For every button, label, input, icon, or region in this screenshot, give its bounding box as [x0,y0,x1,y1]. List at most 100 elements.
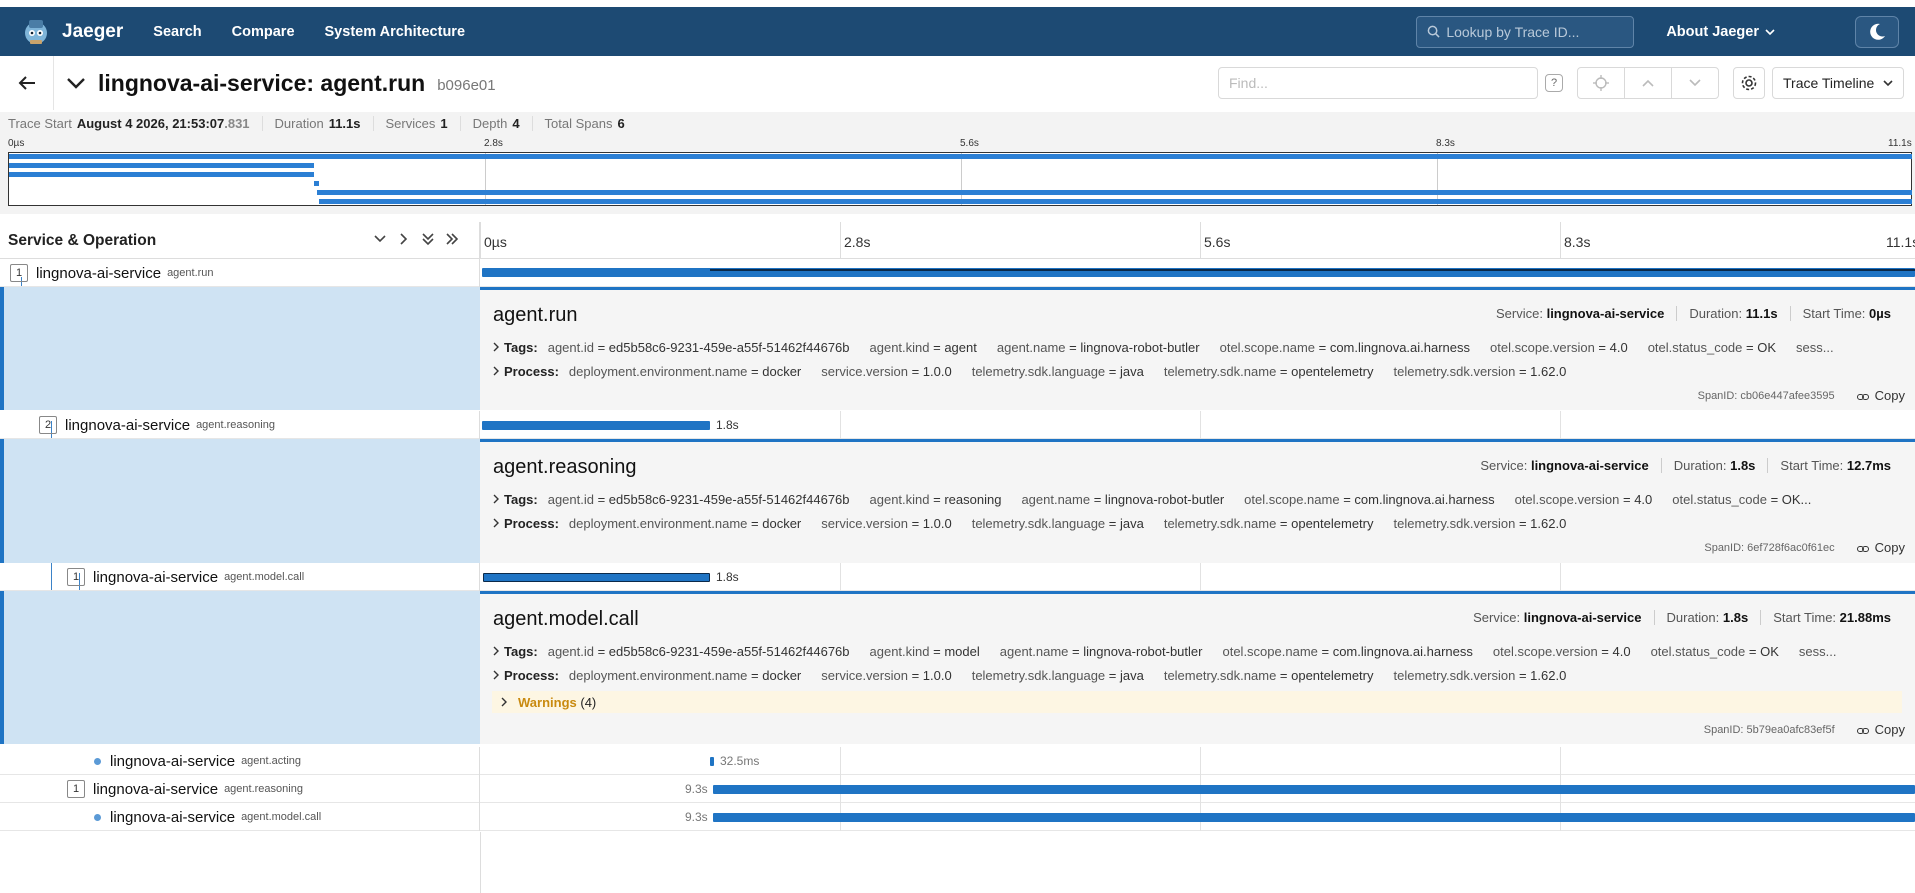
about-label: About Jaeger [1666,23,1759,40]
collapse-one-icon[interactable] [373,232,387,246]
collapse-all-icon[interactable] [421,232,435,246]
minimap-span-bar [319,199,1912,204]
kv-pair: telemetry.sdk.language = java [971,364,1144,379]
tags-section[interactable]: Tags: agent.id = ed5b58c6-9231-459e-a55f-… [492,492,1902,507]
copy-link-button[interactable]: Copy [1856,722,1905,737]
span-timeline-cell[interactable]: 1.8s [480,411,1915,439]
span-detail-indent [0,439,480,563]
kv-pair: agent.name = lingnova-robot-butler [996,340,1200,355]
about-jaeger-menu[interactable]: About Jaeger [1666,24,1775,40]
collapse-header-button[interactable] [54,76,98,90]
locate-button[interactable] [1577,67,1625,99]
timeline-tick: 8.3s [1564,234,1591,250]
span-name-cell[interactable]: lingnova-ai-service agent.model.call [0,803,480,831]
trace-title: lingnova-ai-service: agent.run [98,69,426,96]
kv-pair: telemetry.sdk.name = opentelemetry [1163,516,1374,531]
detail-start-time: Start Time: 0µs [1789,306,1903,321]
kv-section-label: Tags: [504,644,538,659]
span-row[interactable]: 1 lingnova-ai-service agent.run [0,259,1915,287]
span-name-cell[interactable]: lingnova-ai-service agent.acting [0,747,480,775]
child-count-toggle[interactable]: 2 [39,416,57,434]
span-row[interactable]: 1 lingnova-ai-service agent.reasoning 9.… [0,775,1915,803]
trace-summary: Trace Start August 4 2026, 21:53:07.831 … [0,112,1915,134]
copy-link-button[interactable]: Copy [1856,388,1905,403]
next-match-button[interactable] [1671,67,1719,99]
minimap-canvas[interactable] [8,152,1912,206]
process-section[interactable]: Process: deployment.environment.name = do… [492,516,1902,531]
brand[interactable]: Jaeger [20,16,123,48]
warnings-section[interactable]: Warnings (4) [492,691,1902,713]
nav-link-search[interactable]: Search [153,24,201,40]
chevron-right-icon [493,366,499,376]
nav-link-compare[interactable]: Compare [232,24,295,40]
span-row[interactable]: lingnova-ai-service agent.acting 32.5ms [0,747,1915,775]
span-timeline-cell[interactable] [480,259,1915,287]
child-count-toggle[interactable]: 1 [67,568,85,586]
trace-id: b096e01 [437,76,496,94]
kv-pair: agent.id = ed5b58c6-9231-459e-a55f-51462… [547,492,850,507]
span-service: lingnova-ai-service [36,264,162,282]
view-selector[interactable]: Trace Timeline [1772,67,1904,99]
kv-pair: service.version = 1.0.0 [821,364,952,379]
timeline-gridline [1200,747,1201,775]
span-service: lingnova-ai-service [93,568,219,586]
trace-minimap[interactable]: 0µs 2.8s 5.6s 8.3s 11.1s [0,134,1915,214]
expand-all-icon[interactable] [445,232,459,246]
span-timeline-cell[interactable]: 9.3s [480,775,1915,803]
span-name-cell[interactable]: 1 lingnova-ai-service agent.model.call [0,563,480,591]
trace-lookup[interactable] [1416,15,1635,48]
span-bar [482,421,710,430]
process-section[interactable]: Process: deployment.environment.name = do… [492,668,1902,683]
span-timeline-cell[interactable]: 9.3s [480,803,1915,831]
process-section[interactable]: Process: deployment.environment.name = do… [492,364,1902,379]
find-input[interactable] [1219,75,1489,91]
spanid-label: SpanID: [1703,723,1744,736]
span-name-cell[interactable]: 1 lingnova-ai-service agent.reasoning [0,775,480,803]
kv-pair: telemetry.sdk.name = opentelemetry [1163,668,1374,683]
kv-pair: agent.name = lingnova-robot-butler [999,644,1203,659]
span-name-cell[interactable]: 2 lingnova-ai-service agent.reasoning [0,411,480,439]
span-operation: agent.model.call [241,811,322,823]
timeline-tick: 11.1s [1886,234,1915,250]
span-timeline-cell[interactable]: 32.5ms [480,747,1915,775]
tags-section[interactable]: Tags: agent.id = ed5b58c6-9231-459e-a55f-… [492,340,1902,355]
trace-id-input[interactable] [1446,23,1617,40]
minimap-ticks: 0µs 2.8s 5.6s 8.3s 11.1s [0,136,1915,152]
span-row[interactable]: 1 lingnova-ai-service agent.model.call 1… [0,563,1915,591]
gear-icon [1741,75,1757,91]
span-operation: agent.run [167,267,214,279]
span-name-cell[interactable]: 1 lingnova-ai-service agent.run [0,259,480,287]
summary-services: Services 1 [386,115,461,131]
span-operation: agent.reasoning [196,419,275,431]
tags-section[interactable]: Tags: agent.id = ed5b58c6-9231-459e-a55f-… [492,644,1902,659]
span-row[interactable]: lingnova-ai-service agent.model.call 9.3… [0,803,1915,831]
minimap-tick: 0µs [8,138,25,149]
kv-pair: otel.scope.version = 4.0 [1490,340,1628,355]
timeline-gridline [480,222,481,259]
kv-section-label: Tags: [504,492,538,507]
settings-button[interactable] [1733,67,1765,99]
link-icon [1856,393,1869,400]
timeline-gridline [840,747,841,775]
span-timeline-cell[interactable]: 1.8s [480,563,1915,591]
detail-duration: Duration: 1.8s [1660,458,1768,473]
span-row[interactable]: 2 lingnova-ai-service agent.reasoning 1.… [0,411,1915,439]
help-icon[interactable]: ? [1545,74,1563,92]
leaf-node-icon [94,813,101,821]
spanid-value: 5b79ea0afc83ef5f [1746,723,1835,736]
nav-link-system-architecture[interactable]: System Architecture [325,24,466,40]
prev-match-button[interactable] [1624,67,1672,99]
spanid-value: 6ef728f6ac0f61ec [1747,541,1835,554]
theme-toggle[interactable] [1855,15,1899,48]
expand-one-icon[interactable] [397,232,411,246]
span-service: lingnova-ai-service [93,780,219,798]
span-duration-label: 1.8s [716,418,739,432]
child-count-toggle[interactable]: 1 [10,264,28,282]
timeline-gridline [1560,563,1561,591]
copy-link-button[interactable]: Copy [1856,540,1905,555]
child-count-toggle[interactable]: 1 [67,780,85,798]
kv-pair: otel.scope.name = com.lingnova.ai.harnes… [1219,340,1471,355]
back-button[interactable] [0,56,54,110]
kv-section-label: Process: [504,668,559,683]
span-operation: agent.acting [241,755,301,767]
